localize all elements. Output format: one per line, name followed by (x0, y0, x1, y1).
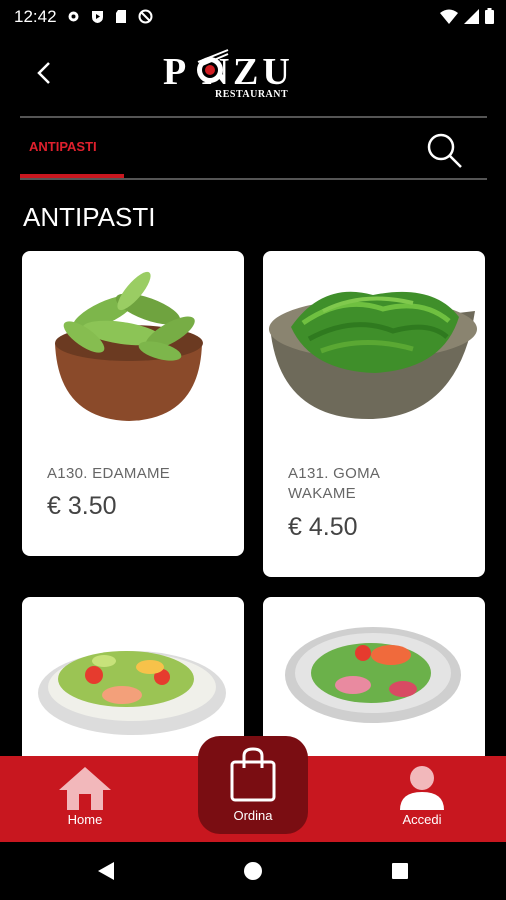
tab-antipasti[interactable]: ANTIPASTI (29, 139, 97, 154)
signal-icon (464, 8, 479, 24)
product-price: € 4.50 (288, 513, 358, 541)
product-name: A131. GOMA WAKAME (288, 465, 380, 502)
shield-icon (92, 11, 103, 23)
nav-ordina-label: Ordina (233, 808, 273, 823)
system-back-icon[interactable] (96, 860, 116, 882)
home-icon (59, 767, 111, 810)
no-sync-icon (138, 9, 153, 24)
status-right (440, 8, 494, 24)
product-name: A130. EDAMAME (47, 465, 171, 482)
edamame-image (55, 271, 203, 421)
user-icon (400, 766, 444, 810)
goma-wakame-image (269, 291, 477, 420)
nav-ordina[interactable]: Ordina (198, 736, 308, 834)
logo-subtitle: RESTAURANT (215, 89, 289, 100)
gear-icon (68, 11, 79, 22)
nav-home[interactable]: Home (50, 764, 120, 827)
product-price: € 3.50 (47, 492, 117, 520)
sashimi-salad-image (285, 627, 461, 723)
nav-accedi[interactable]: Accedi (387, 764, 457, 827)
wifi-icon (440, 9, 458, 24)
sd-card-icon (116, 10, 126, 23)
search-icon[interactable] (424, 130, 464, 170)
product-card-goma-wakame[interactable]: A131. GOMA WAKAME € 4.50 (263, 251, 485, 577)
status-icons (66, 9, 153, 24)
salad-image (38, 651, 226, 735)
shopping-bag-icon (230, 747, 276, 802)
status-time: 12:42 (14, 7, 57, 26)
battery-icon (485, 8, 494, 24)
tabs-divider-bottom (20, 178, 487, 180)
logo: P NZU RESTAURANT (163, 49, 343, 102)
system-recents-icon[interactable] (390, 861, 410, 881)
section-title: ANTIPASTI (23, 202, 156, 232)
nav-accedi-label: Accedi (402, 812, 442, 827)
status-bar: 12:42 (0, 0, 506, 34)
tabs-divider-top (20, 116, 487, 118)
logo-emblem-icon (197, 49, 229, 83)
system-navigation-bar (0, 842, 506, 900)
product-card-edamame[interactable]: A130. EDAMAME € 3.50 (22, 251, 244, 556)
back-arrow-icon[interactable] (30, 58, 60, 88)
nav-home-label: Home (67, 812, 103, 827)
system-home-icon[interactable] (242, 860, 264, 882)
